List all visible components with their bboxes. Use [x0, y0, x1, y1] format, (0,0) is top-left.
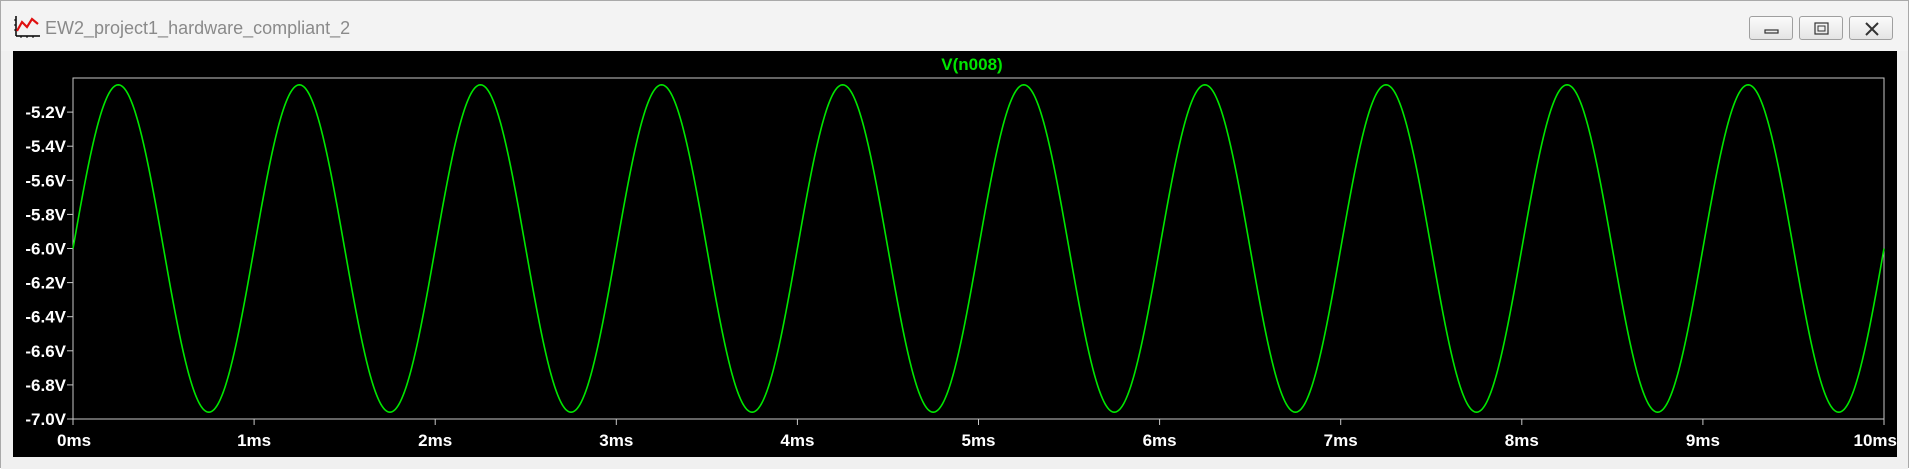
restore-icon	[1814, 22, 1829, 35]
x-tick-label: 2ms	[418, 431, 452, 450]
y-tick-label: -6.6V	[25, 342, 66, 361]
y-tick-label: -5.2V	[25, 103, 66, 122]
x-tick-label: 4ms	[780, 431, 814, 450]
x-tick-label: 7ms	[1324, 431, 1358, 450]
minimize-icon	[1764, 29, 1779, 34]
x-tick-label: 9ms	[1686, 431, 1720, 450]
x-axis: 0ms 1ms 2ms 3ms 4ms 5ms 6ms 7ms 8ms 9ms 10ms	[57, 419, 1897, 450]
y-tick-label: -7.0V	[25, 410, 66, 429]
x-tick-label: 6ms	[1143, 431, 1177, 450]
y-tick-label: -5.6V	[25, 171, 66, 190]
title-bar[interactable]: EW2_project1_hardware_compliant_2	[1, 1, 1908, 51]
x-tick-label: 10ms	[1854, 431, 1897, 450]
x-tick-label: 1ms	[237, 431, 271, 450]
trace-v-n008[interactable]	[72, 84, 1885, 413]
restore-button[interactable]	[1799, 16, 1843, 40]
y-tick-label: -6.0V	[25, 240, 66, 259]
plot-pane[interactable]: V(n008) -5.2V -5.4V -5.6V -5.8V -6.0V -6.2V -6…	[13, 51, 1897, 457]
waveform-window: EW2_project1_hardware_compliant_2 V(n008…	[0, 0, 1909, 469]
y-tick-label: -5.8V	[25, 205, 66, 224]
x-tick-label: 5ms	[961, 431, 995, 450]
window-title: EW2_project1_hardware_compliant_2	[45, 18, 351, 38]
x-tick-label: 3ms	[599, 431, 633, 450]
y-tick-label: -6.8V	[25, 376, 66, 395]
close-button[interactable]	[1849, 16, 1893, 40]
trace-label[interactable]: V(n008)	[941, 55, 1002, 74]
waveform-app-icon	[14, 16, 40, 38]
close-icon	[1865, 22, 1879, 36]
y-tick-label: -6.4V	[25, 308, 66, 327]
x-tick-label: 0ms	[57, 431, 91, 450]
x-tick-label: 8ms	[1505, 431, 1539, 450]
y-tick-label: -6.2V	[25, 274, 66, 293]
y-axis: -5.2V -5.4V -5.6V -5.8V -6.0V -6.2V -6.4V -6.6V…	[25, 103, 73, 429]
window-bottom-border	[1, 457, 1908, 469]
minimize-button[interactable]	[1749, 16, 1793, 40]
y-tick-label: -5.4V	[25, 137, 66, 156]
waveform-chart[interactable]: V(n008) -5.2V -5.4V -5.6V -5.8V -6.0V -6.2V -6…	[13, 51, 1897, 457]
